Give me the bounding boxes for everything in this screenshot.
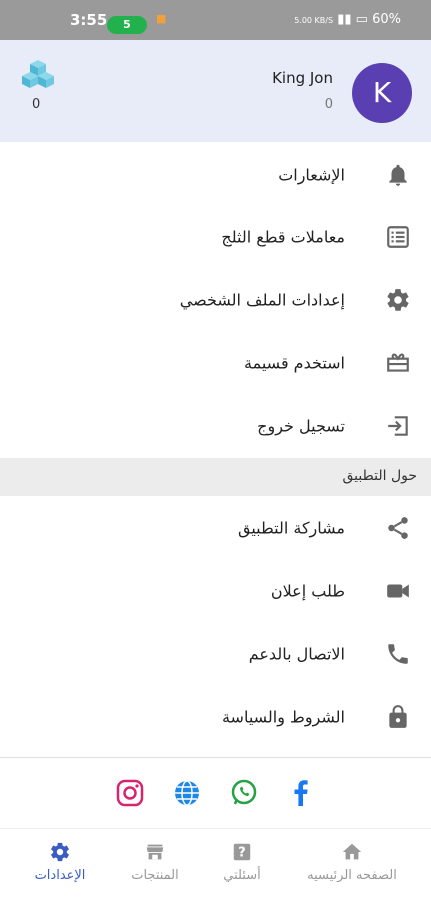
- menu-ice-transactions[interactable]: معاملات قطع الثلج: [0, 207, 431, 267]
- menu-share-app[interactable]: مشاركة التطبيق: [0, 498, 431, 558]
- signal-icon: ▮▮: [337, 12, 352, 27]
- logout-icon: [385, 413, 411, 439]
- menu-terms-policy[interactable]: الشروط والسياسة: [0, 687, 431, 747]
- whatsapp-icon[interactable]: [229, 778, 259, 808]
- menu-request-ad[interactable]: طلب إعلان: [0, 561, 431, 621]
- nav-products[interactable]: المنتجات: [105, 829, 205, 901]
- nav-label: الإعدادات: [34, 868, 86, 883]
- battery-icon: ▭: [355, 12, 368, 27]
- battery-text: 60%: [372, 12, 401, 27]
- gear-icon: [385, 287, 411, 313]
- menu-label: تسجيل خروج: [257, 416, 345, 436]
- nav-label: أسئلتي: [223, 868, 261, 883]
- about-section-header: حول التطبيق: [0, 458, 431, 496]
- status-time: 3:55: [70, 11, 108, 29]
- ticket-icon: [385, 350, 411, 376]
- lock-icon: [385, 704, 411, 730]
- share-icon: [385, 515, 411, 541]
- user-points: 0: [324, 97, 333, 112]
- user-name: King Jon: [272, 69, 333, 87]
- menu-notifications[interactable]: الإشعارات: [0, 145, 431, 205]
- menu-use-coupon[interactable]: استخدم قسيمة: [0, 333, 431, 393]
- bottom-nav: الإعدادات المنتجات ? أسئلتي الصفحه الرئي…: [0, 828, 431, 901]
- ice-cubes-icon: [20, 60, 56, 92]
- list-icon: [385, 224, 411, 250]
- nav-label: المنتجات: [131, 868, 179, 883]
- menu-label: الاتصال بالدعم: [248, 644, 345, 664]
- question-icon: ?: [231, 841, 253, 863]
- facebook-icon[interactable]: [286, 778, 316, 808]
- menu-logout[interactable]: تسجيل خروج: [0, 396, 431, 456]
- menu-label: الإشعارات: [278, 165, 345, 185]
- menu-label: إعدادات الملف الشخصي: [179, 290, 345, 310]
- nav-settings[interactable]: الإعدادات: [10, 829, 110, 901]
- status-right: 5.00 KB/S ▮▮ ▭ 60%: [294, 12, 401, 27]
- bell-icon: [385, 162, 411, 188]
- globe-icon[interactable]: [172, 778, 202, 808]
- menu-contact-support[interactable]: الاتصال بالدعم: [0, 624, 431, 684]
- nav-home[interactable]: الصفحه الرئيسيه: [296, 829, 408, 901]
- avatar[interactable]: K: [352, 63, 412, 123]
- menu-label: الشروط والسياسة: [221, 707, 345, 727]
- section-title: حول التطبيق: [342, 468, 418, 484]
- nav-label: الصفحه الرئيسيه: [307, 868, 397, 883]
- home-icon: [341, 841, 363, 863]
- shield-icon: ■: [156, 12, 167, 25]
- divider: [0, 757, 431, 758]
- status-pill: 5: [107, 16, 147, 34]
- gear-icon: [49, 841, 71, 863]
- status-bar: 3:55 5 ■ 5.00 KB/S ▮▮ ▭ 60%: [0, 0, 431, 40]
- video-icon: [385, 578, 411, 604]
- store-icon: [144, 841, 166, 863]
- phone-icon: [385, 641, 411, 667]
- instagram-icon[interactable]: [115, 778, 145, 808]
- ice-count: 0: [32, 97, 41, 112]
- menu-label: مشاركة التطبيق: [238, 518, 345, 538]
- menu-label: استخدم قسيمة: [244, 353, 345, 373]
- nav-my-questions[interactable]: ? أسئلتي: [192, 829, 292, 901]
- menu-label: طلب إعلان: [270, 581, 345, 601]
- svg-text:?: ?: [238, 846, 245, 861]
- menu-profile-settings[interactable]: إعدادات الملف الشخصي: [0, 270, 431, 330]
- signal-text: 5.00 KB/S: [294, 16, 334, 25]
- menu-label: معاملات قطع الثلج: [221, 227, 345, 247]
